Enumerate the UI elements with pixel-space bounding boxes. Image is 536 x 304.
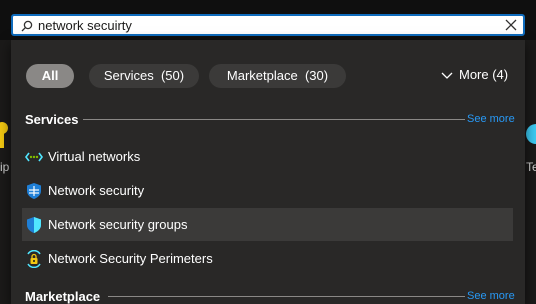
result-item-network-security[interactable]: Network security <box>22 174 513 207</box>
result-item-network-security-groups[interactable]: Network security groups <box>22 208 513 241</box>
services-see-more-link[interactable]: See more <box>467 113 515 125</box>
marketplace-see-more-link[interactable]: See more <box>467 290 515 302</box>
result-item-virtual-networks[interactable]: Virtual networks <box>22 140 513 173</box>
more-filters-label: More (4) <box>459 67 509 82</box>
filter-services[interactable]: Services (50) <box>89 64 199 88</box>
section-heading-services: Services <box>25 112 79 127</box>
divider <box>83 119 465 120</box>
key-icon <box>0 118 10 188</box>
search-box[interactable] <box>11 14 525 36</box>
network-security-perimeters-icon <box>25 249 43 269</box>
search-icon <box>21 19 33 37</box>
section-heading-marketplace: Marketplace <box>25 289 101 304</box>
network-security-groups-icon <box>25 216 43 234</box>
result-item-label: Virtual networks <box>48 149 141 164</box>
result-item-network-security-perimeters[interactable]: Network Security Perimeters <box>22 242 513 275</box>
search-input[interactable] <box>38 17 498 33</box>
search-results-panel: All Services (50) Marketplace (30) More … <box>11 40 525 304</box>
filter-all[interactable]: All <box>26 64 74 88</box>
clear-icon[interactable] <box>504 18 518 37</box>
result-item-label: Network Security Perimeters <box>48 251 213 266</box>
divider <box>108 296 465 297</box>
virtual-networks-icon <box>25 148 43 166</box>
background-label-right: Te <box>526 160 536 174</box>
result-item-label: Network security groups <box>48 217 188 232</box>
chevron-down-icon <box>441 68 453 83</box>
filter-marketplace[interactable]: Marketplace (30) <box>209 64 346 88</box>
network-security-icon <box>25 182 43 200</box>
background-label-left: ip <box>0 160 10 174</box>
more-filters-button[interactable]: More (4) <box>441 67 508 83</box>
result-item-label: Network security <box>48 183 145 198</box>
